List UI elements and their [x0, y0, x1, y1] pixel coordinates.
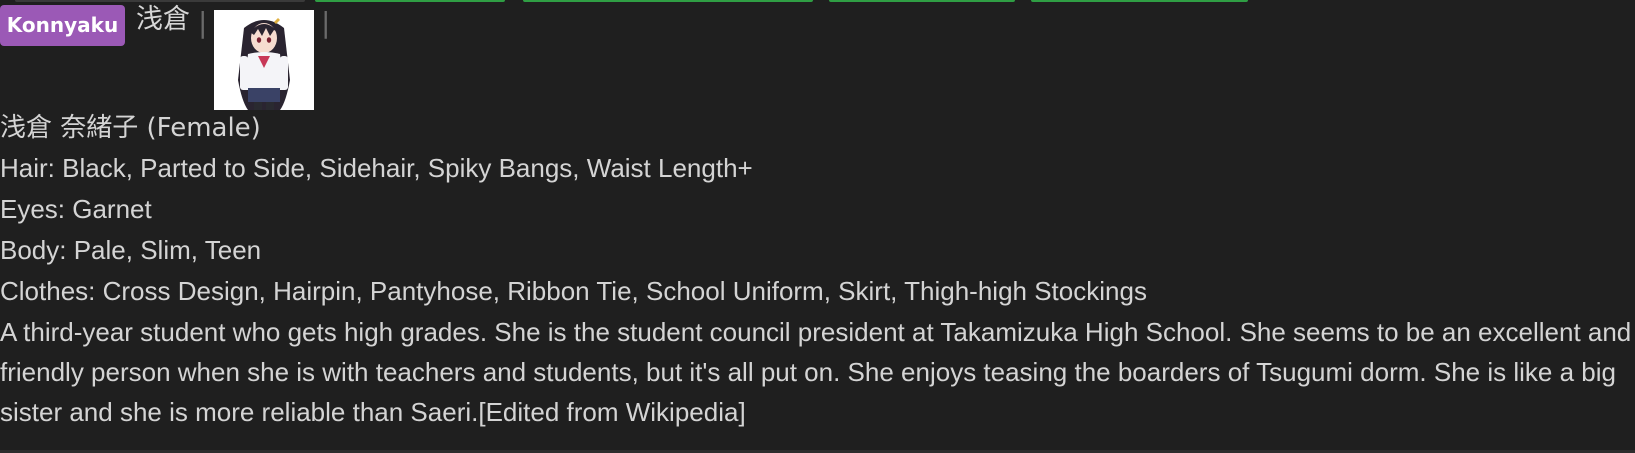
character-header: Konnyaku 浅倉 | | — [0, 0, 1635, 112]
character-description: A third-year student who gets high grade… — [0, 317, 1632, 427]
trait-label: Hair: — [0, 153, 63, 183]
trait-value[interactable]: Cross Design, Hairpin, Pantyhose, Ribbon… — [103, 276, 1147, 306]
trait-value[interactable]: Black, Parted to Side, Sidehair, Spiky B… — [62, 153, 753, 183]
trait-label: Clothes: — [0, 276, 103, 306]
portrait-illustration — [214, 10, 314, 110]
trait-body: Body: Pale, Slim, Teen — [0, 230, 1635, 271]
character-full-name: 浅倉 奈緒子 (Female) — [0, 113, 261, 143]
trait-eyes: Eyes: Garnet — [0, 189, 1635, 230]
character-short-name[interactable]: 浅倉 — [136, 3, 190, 37]
character-portrait-icon[interactable] — [214, 10, 314, 110]
tag-badge[interactable]: Konnyaku — [0, 5, 125, 46]
separator: | — [198, 6, 208, 39]
trait-value[interactable]: Garnet — [72, 194, 152, 224]
trait-clothes: Clothes: Cross Design, Hairpin, Pantyhos… — [0, 271, 1635, 312]
trait-value[interactable]: Pale, Slim, Teen — [74, 235, 261, 265]
separator: | — [321, 6, 331, 39]
character-details: 浅倉 奈緒子 (Female) Hair: Black, Parted to S… — [0, 108, 1635, 432]
trait-label: Eyes: — [0, 194, 73, 224]
trait-hair: Hair: Black, Parted to Side, Sidehair, S… — [0, 148, 1635, 189]
trait-label: Body: — [0, 235, 74, 265]
